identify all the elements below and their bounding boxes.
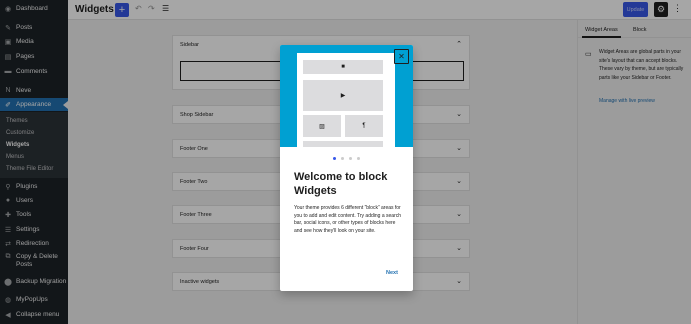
modal-heading: Welcome to block Widgets bbox=[294, 171, 388, 197]
page-indicator bbox=[280, 157, 413, 160]
close-modal-button[interactable]: ✕ bbox=[394, 49, 409, 64]
image-icon: ▨ bbox=[303, 115, 341, 137]
paragraph-icon: ¶ bbox=[345, 115, 383, 137]
modal-body-text: Your theme provides 6 different “block” … bbox=[294, 205, 402, 234]
illustration-panel: ■ ▶ ▨ ¶ bbox=[297, 53, 395, 147]
bookmark-icon: ■ bbox=[303, 60, 383, 74]
welcome-illustration: ■ ▶ ▨ ¶ ✕ bbox=[280, 45, 413, 147]
page-dot-4[interactable] bbox=[357, 157, 360, 160]
page-dot-2[interactable] bbox=[341, 157, 344, 160]
close-icon: ✕ bbox=[398, 52, 405, 61]
next-button[interactable]: Next bbox=[386, 270, 398, 276]
page-dot-3[interactable] bbox=[349, 157, 352, 160]
video-icon: ▶ bbox=[303, 80, 383, 111]
welcome-guide-modal: ■ ▶ ▨ ¶ ✕ Welcome to block Widgets Your … bbox=[280, 45, 413, 291]
illustration-block bbox=[303, 141, 383, 147]
page-dot-1[interactable] bbox=[333, 157, 336, 160]
